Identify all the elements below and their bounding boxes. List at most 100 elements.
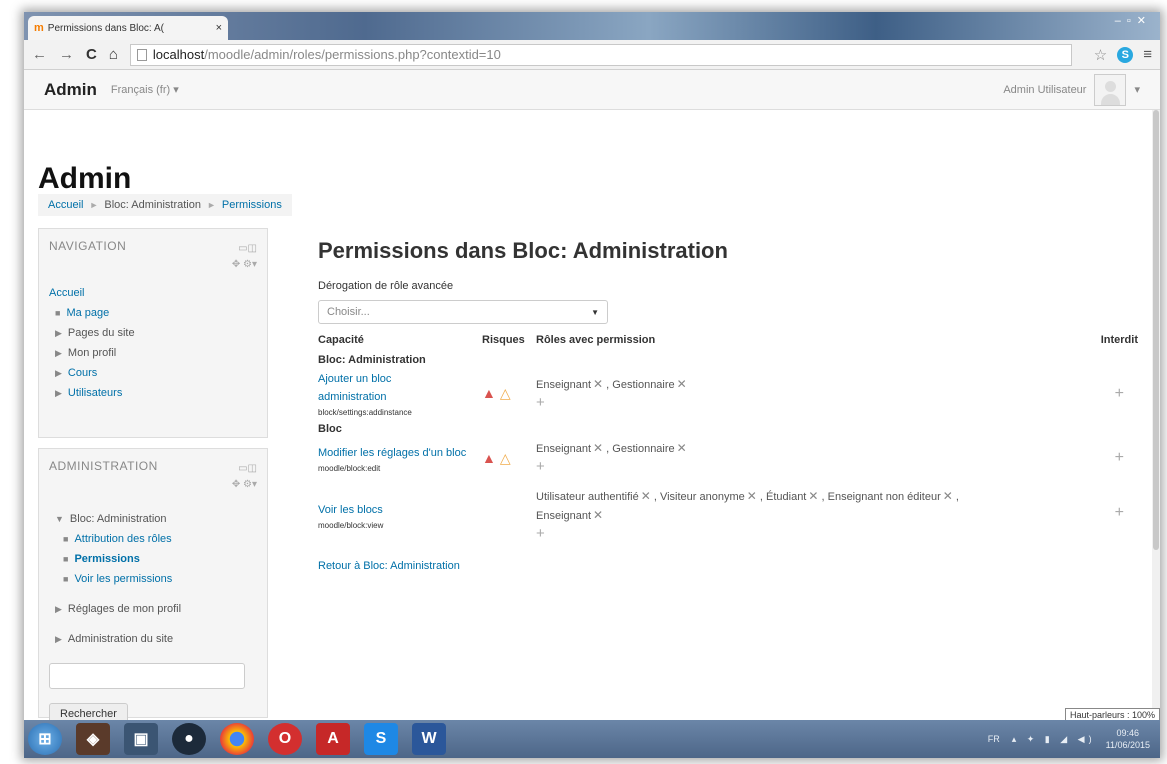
remove-role-x-icon[interactable]: ✕: [593, 441, 603, 455]
skype-extension-icon[interactable]: S: [1117, 46, 1134, 63]
nav-item-label[interactable]: Utilisateurs: [68, 387, 122, 399]
back-to-bloc-link[interactable]: Retour à Bloc: Administration: [318, 560, 460, 572]
breadcrumb-separator-icon: ►: [89, 200, 99, 210]
risk-yellow-warning-icon[interactable]: △: [500, 450, 511, 466]
role-select[interactable]: Choisir... ▼: [318, 300, 608, 324]
explorer-icon[interactable]: ▣: [124, 723, 158, 755]
remove-role-x-icon[interactable]: ✕: [677, 377, 687, 391]
clock[interactable]: 09:46 11/06/2015: [1106, 727, 1150, 751]
url-input[interactable]: localhost/moodle/admin/roles/permissions…: [129, 43, 1072, 66]
admin-item-label[interactable]: Réglages de mon profil: [68, 603, 181, 615]
window-controls[interactable]: –▫✕: [1115, 14, 1152, 27]
advanced-override-label: Dérogation de rôle avancée: [318, 280, 454, 292]
menu-icon[interactable]: ≡: [1143, 46, 1152, 63]
chrome-icon[interactable]: [220, 723, 254, 755]
admin-item-bloc[interactable]: ▼ Bloc: Administration: [49, 509, 257, 529]
breadcrumb-permissions[interactable]: Permissions: [222, 199, 282, 211]
nav-item-label[interactable]: Pages du site: [68, 327, 135, 339]
language-indicator[interactable]: FR: [988, 734, 1000, 744]
remove-role-x-icon[interactable]: ✕: [747, 489, 757, 503]
col-capability: Capacité: [318, 334, 364, 346]
back-arrow-icon[interactable]: ←: [32, 46, 47, 63]
capability-link[interactable]: Ajouter un bloc administration: [318, 370, 428, 406]
nav-item-label[interactable]: Ma page: [66, 307, 109, 319]
avatar[interactable]: [1094, 73, 1127, 106]
remove-role-x-icon[interactable]: ✕: [808, 489, 818, 503]
breadcrumb-home[interactable]: Accueil: [48, 199, 83, 211]
remove-role-x-icon[interactable]: ✕: [593, 377, 603, 391]
user-name[interactable]: Admin Utilisateur: [1003, 84, 1086, 96]
admin-subitem-label[interactable]: Voir les permissions: [74, 573, 172, 585]
tray-icons[interactable]: ▴ ✦ ▮ ◢ ◀): [1012, 734, 1096, 745]
breadcrumb-bloc[interactable]: Bloc: Administration: [104, 199, 201, 211]
admin-item-label[interactable]: Administration du site: [68, 633, 173, 645]
add-forbidden-plus-icon[interactable]: +: [1115, 504, 1124, 521]
breadcrumb: Accueil ► Bloc: Administration ► Permiss…: [38, 194, 292, 216]
expand-arrow-icon[interactable]: ▶: [55, 328, 62, 338]
admin-search-input[interactable]: [49, 663, 245, 689]
tab-close-icon[interactable]: ×: [216, 22, 222, 34]
admin-subitem-label[interactable]: Attribution des rôles: [74, 533, 171, 545]
firefox-like-icon[interactable]: ◈: [76, 723, 110, 755]
media-player-icon[interactable]: ●: [172, 723, 206, 755]
add-role-plus-icon[interactable]: +: [536, 394, 545, 411]
admin-subitem-label[interactable]: Permissions: [74, 553, 139, 565]
admin-item-administration-site[interactable]: ▶ Administration du site: [49, 629, 257, 649]
add-role-plus-icon[interactable]: +: [536, 458, 545, 475]
block-controls[interactable]: ▭◫ ✥ ⚙▾: [232, 461, 257, 493]
star-icon[interactable]: ☆: [1094, 46, 1107, 64]
user-menu[interactable]: Admin Utilisateur ▾: [1003, 73, 1140, 106]
system-tray: FR ▴ ✦ ▮ ◢ ◀) 09:46 11/06/2015: [988, 727, 1160, 751]
home-icon[interactable]: ⌂: [109, 46, 118, 63]
page-scrollbar[interactable]: [1152, 110, 1160, 722]
add-forbidden-plus-icon[interactable]: +: [1115, 449, 1124, 466]
expand-arrow-icon[interactable]: ▶: [55, 368, 62, 378]
nav-item-utilisateurs[interactable]: ▶ Utilisateurs: [49, 383, 257, 403]
remove-role-x-icon[interactable]: ✕: [943, 489, 953, 503]
risk-yellow-warning-icon[interactable]: △: [500, 385, 511, 401]
reload-icon[interactable]: C: [86, 46, 97, 63]
site-brand-link[interactable]: Admin: [44, 80, 97, 100]
word-icon[interactable]: W: [412, 723, 446, 755]
block-controls[interactable]: ▭◫ ✥ ⚙▾: [232, 241, 257, 273]
admin-subitem-voir-permissions[interactable]: ■ Voir les permissions: [49, 569, 257, 589]
remove-role-x-icon[interactable]: ✕: [677, 441, 687, 455]
start-button-icon[interactable]: ⊞: [28, 723, 62, 755]
language-menu[interactable]: Français (fr) ▾: [111, 83, 179, 96]
skype-icon[interactable]: S: [364, 723, 398, 755]
bullet-icon: ■: [63, 534, 69, 544]
expand-arrow-icon[interactable]: ▶: [55, 634, 62, 644]
capability-link[interactable]: Modifier les réglages d'un bloc: [318, 444, 473, 462]
opera-icon[interactable]: O: [268, 723, 302, 755]
remove-role-x-icon[interactable]: ✕: [641, 489, 651, 503]
nav-item-cours[interactable]: ▶ Cours: [49, 363, 257, 383]
remove-role-x-icon[interactable]: ✕: [593, 508, 603, 522]
expand-arrow-icon[interactable]: ▶: [55, 348, 62, 358]
acrobat-icon[interactable]: A: [316, 723, 350, 755]
admin-subitem-attribution[interactable]: ■ Attribution des rôles: [49, 529, 257, 549]
navigation-block: NAVIGATION ▭◫ ✥ ⚙▾ Accueil ■ Ma page ▶ Page…: [38, 228, 268, 438]
admin-item-reglages[interactable]: ▶ Réglages de mon profil: [49, 599, 257, 619]
expand-arrow-icon[interactable]: ▶: [55, 388, 62, 398]
admin-subitem-permissions[interactable]: ■ Permissions: [49, 549, 257, 569]
add-forbidden-plus-icon[interactable]: +: [1115, 385, 1124, 402]
user-menu-caret-icon[interactable]: ▾: [1134, 83, 1140, 96]
browser-tab[interactable]: m Permissions dans Bloc: A( ×: [28, 16, 228, 40]
nav-item-label[interactable]: Cours: [68, 367, 97, 379]
admin-item-label[interactable]: Bloc: Administration: [70, 513, 167, 525]
collapse-arrow-icon[interactable]: ▼: [55, 514, 64, 524]
nav-item-label[interactable]: Mon profil: [68, 347, 116, 359]
capability-link[interactable]: Voir les blocs: [318, 501, 482, 519]
administration-block: ADMINISTRATION ▭◫ ✥ ⚙▾ ▼ Bloc: Administrat…: [38, 448, 268, 725]
scrollbar-thumb[interactable]: [1153, 110, 1159, 550]
nav-item-pages-du-site[interactable]: ▶ Pages du site: [49, 323, 257, 343]
nav-home-link[interactable]: Accueil: [49, 287, 84, 299]
expand-arrow-icon[interactable]: ▶: [55, 604, 62, 614]
url-host: localhost: [152, 47, 205, 62]
add-role-plus-icon[interactable]: +: [536, 525, 545, 542]
forward-arrow-icon[interactable]: →: [59, 46, 74, 63]
nav-item-ma-page[interactable]: ■ Ma page: [49, 303, 257, 323]
nav-item-mon-profil[interactable]: ▶ Mon profil: [49, 343, 257, 363]
risk-red-warning-icon[interactable]: ▲: [482, 450, 496, 466]
risk-red-warning-icon[interactable]: ▲: [482, 385, 496, 401]
